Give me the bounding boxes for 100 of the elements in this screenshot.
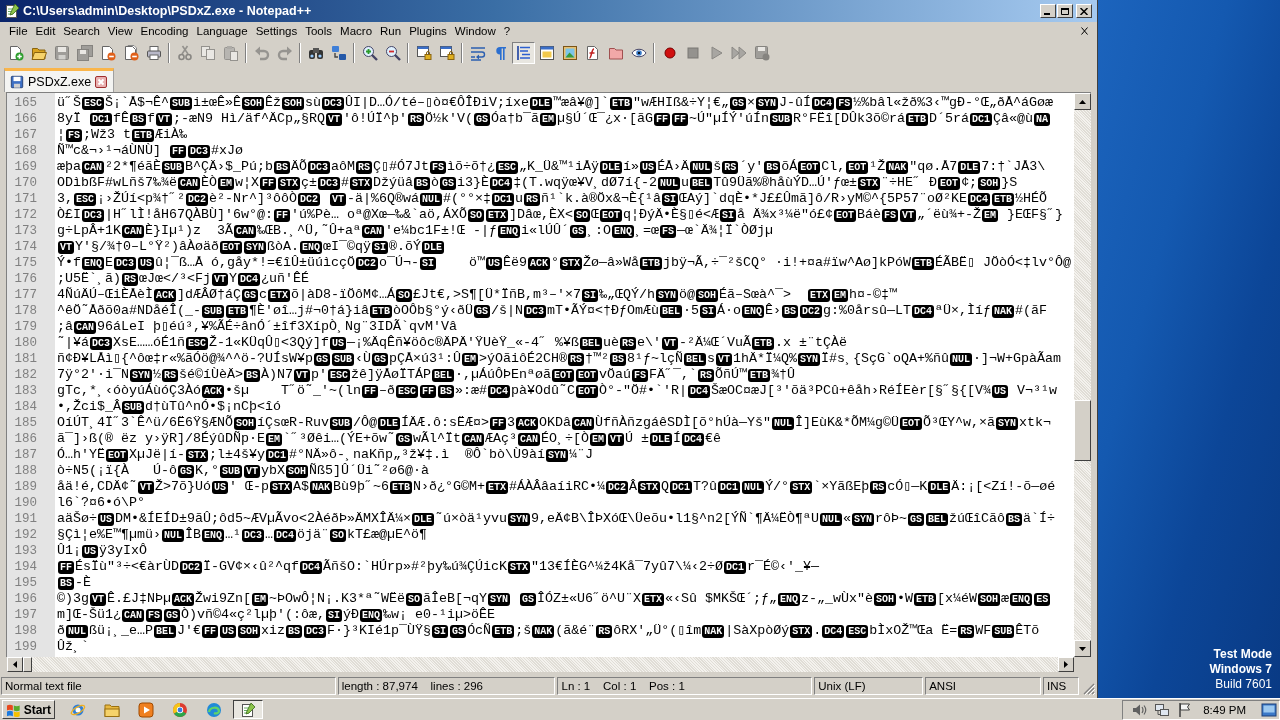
- line-number: 181: [13, 351, 38, 367]
- code-text: Ñß5]Û´Üi˜²ø6@·à: [309, 463, 430, 478]
- scroll-up-button[interactable]: [1074, 93, 1091, 110]
- control-character-badge: DC2: [298, 193, 320, 206]
- code-text: ]dÆÂØ†áÇ: [177, 287, 241, 302]
- code-text: #xJø: [211, 143, 243, 158]
- control-character-badge: NAK: [886, 161, 909, 174]
- code-text: 'ú%Pè… oª@Xœ—‰&`aö,ÁXÕ: [291, 207, 467, 222]
- control-character-badge: SUB: [162, 161, 185, 174]
- menu-item[interactable]: Plugins: [405, 25, 451, 37]
- code-text: i«lÚÛ´: [521, 223, 569, 238]
- code-text: #ÁÀÂâaíiRC•¼: [509, 479, 606, 494]
- control-character-badge: FF: [672, 113, 689, 126]
- vertical-scrollbar[interactable]: [1074, 93, 1091, 657]
- close-icon[interactable]: [1081, 27, 1088, 35]
- code-text: Ç▯#Ó7Jt: [373, 159, 430, 174]
- control-character-badge: DC1: [718, 481, 741, 494]
- control-character-badge: BEL: [580, 337, 602, 350]
- horizontal-scrollbar[interactable]: [7, 657, 1074, 672]
- code-text: ÉO¸÷[Ò: [541, 431, 589, 446]
- code-text: ÕñÚ™: [715, 367, 748, 382]
- control-character-badge: FF: [202, 625, 219, 638]
- code-text: —¡%ÄqÊñ¥öôc®ÄPÄ'ŸUèŸ_«-4˝ %¥ß: [347, 335, 579, 350]
- two-screens-icon[interactable]: [1154, 701, 1171, 718]
- line-number: 173: [13, 223, 38, 239]
- control-character-badge: SUB: [992, 625, 1015, 638]
- control-character-badge: SOH: [238, 625, 261, 638]
- control-character-badge: SUB: [170, 97, 193, 110]
- menu-item[interactable]: ?: [499, 25, 515, 37]
- code-text: Ò)vñ©4«ç²lµþ'(:ôæ,: [181, 607, 325, 622]
- code-text: }S: [1001, 175, 1018, 190]
- control-character-badge: DLE: [378, 417, 400, 430]
- scroll-down-button[interactable]: [1074, 640, 1091, 657]
- menu-item[interactable]: Tools: [301, 25, 337, 37]
- screen-icon[interactable]: [1261, 701, 1277, 718]
- code-text: Ý•f: [57, 255, 81, 270]
- minimize-button[interactable]: [1040, 4, 1056, 18]
- scroll-thumb[interactable]: [1074, 400, 1091, 461]
- control-character-badge: US: [486, 257, 503, 270]
- control-character-badge: ETB: [370, 305, 392, 318]
- menu-item[interactable]: Edit: [31, 25, 60, 37]
- control-character-badge: NAK: [310, 481, 333, 494]
- code-text: š: [713, 159, 722, 174]
- file-tab[interactable]: PSDxZ.exe: [4, 68, 115, 92]
- zoom-out-icon: [384, 45, 401, 61]
- control-character-badge: FF: [260, 177, 277, 190]
- code-text: 96áLeI þ▯éú³,¥%ÃÉ÷ânÓ´±îf3XípÒ¸Ng¨3IDÃ`qvM'Vâ: [97, 319, 457, 334]
- control-character-badge: DC3: [318, 177, 341, 190]
- status-field: Normal text file: [1, 677, 336, 695]
- control-character-badge: DC1: [266, 449, 289, 462]
- menu-item[interactable]: Run: [376, 25, 406, 37]
- taskbar-button[interactable]: [233, 700, 263, 719]
- start-button[interactable]: Start: [2, 700, 55, 719]
- menu-item[interactable]: File: [5, 25, 32, 37]
- menu-item[interactable]: Search: [59, 25, 104, 37]
- menu-item[interactable]: Settings: [251, 25, 302, 37]
- control-character-badge: SUB: [770, 113, 793, 126]
- menu-item[interactable]: Language: [192, 25, 252, 37]
- floppy-disks-icon: [76, 45, 93, 61]
- scroll-left-button[interactable]: [7, 657, 23, 672]
- control-character-badge: GS: [730, 97, 747, 110]
- code-text: .: [813, 623, 822, 638]
- control-character-badge: GS: [474, 305, 490, 318]
- control-character-badge: BEL: [684, 353, 707, 366]
- menu-item[interactable]: Window: [450, 25, 500, 37]
- toolbar-button[interactable]: [512, 42, 535, 64]
- code-text: ‰„ŒQÝ/h: [599, 287, 655, 302]
- close-icon[interactable]: [95, 75, 108, 88]
- control-character-badge: SOH: [696, 289, 719, 302]
- control-character-badge: ACK: [172, 593, 195, 606]
- control-character-badge: VT: [156, 113, 173, 126]
- control-character-badge: DC3: [322, 97, 345, 110]
- menu-item[interactable]: View: [103, 25, 137, 37]
- code-text: wÃl^Ït: [412, 431, 461, 446]
- close-button[interactable]: [1076, 4, 1092, 18]
- menu-item[interactable]: Encoding: [136, 25, 193, 37]
- code-text: gTc,*¸‹óòyúÁùóÇ3Àó: [57, 383, 201, 398]
- code-text: ÎB: [185, 527, 201, 542]
- control-character-badge: FS: [66, 129, 82, 142]
- maximize-button[interactable]: [1057, 4, 1073, 18]
- code-text: >ýOãiôÉ2CH®: [479, 351, 567, 366]
- control-character-badge: DC4: [968, 193, 990, 206]
- code-text: ßü¡¸_e…P: [89, 623, 153, 638]
- clock-text[interactable]: 8:49 PM: [1203, 703, 1246, 716]
- control-character-badge: ETB: [640, 257, 663, 270]
- code-text: #(°°×‡: [443, 191, 492, 206]
- code-text: Tû9Üã%®håùÝD…Ú'ƒœ±: [713, 175, 858, 190]
- code-text: Žwi9Zn[: [195, 591, 252, 606]
- control-character-badge: ESC: [328, 369, 351, 382]
- control-character-badge: FF: [170, 145, 186, 158]
- control-character-badge: VT: [58, 241, 74, 254]
- control-character-badge: GS: [440, 177, 457, 190]
- scroll-thumb[interactable]: [23, 657, 32, 672]
- code-text: ¢;: [961, 175, 978, 190]
- menu-item[interactable]: Macro: [336, 25, 377, 37]
- code-text: Y'§/¾†0–L°Ÿ²)âÀøäð: [75, 239, 219, 254]
- scroll-right-button[interactable]: [1058, 657, 1074, 672]
- resize-grip-icon[interactable]: [1081, 681, 1095, 695]
- code-text: ÛI|D…Ó/té–▯ò¤€ÔÎÐiV;íxe: [345, 95, 530, 110]
- code-text: Õ³ŒY^w,×ã: [923, 415, 995, 430]
